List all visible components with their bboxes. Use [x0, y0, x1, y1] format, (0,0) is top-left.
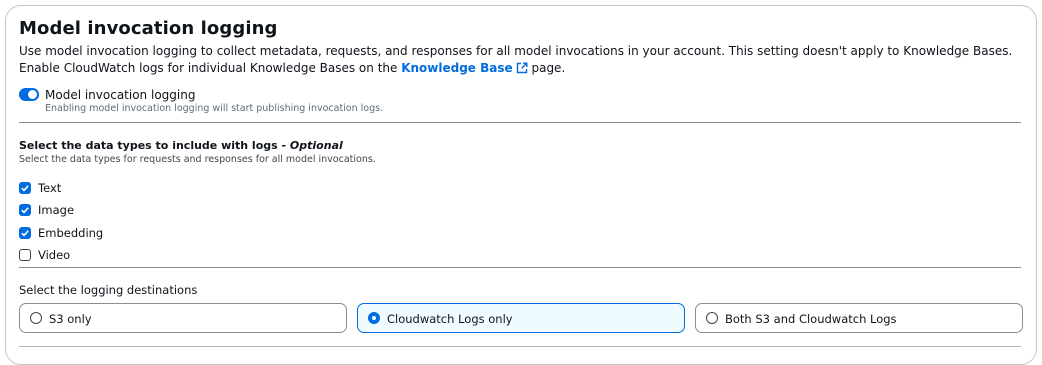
- toggle-label: Model invocation logging: [45, 88, 196, 102]
- radio-card-cloudwatch-only[interactable]: Cloudwatch Logs only: [357, 303, 685, 333]
- checkbox-label: Video: [38, 248, 71, 262]
- data-types-description: Select the data types for requests and r…: [19, 154, 376, 165]
- radio-label: S3 only: [49, 312, 92, 326]
- checkbox-checked[interactable]: [19, 227, 31, 239]
- checkbox-label: Image: [38, 203, 75, 217]
- checkmark-icon: [21, 185, 29, 192]
- description-text-2: page.: [527, 61, 566, 75]
- checkbox-checked[interactable]: [19, 182, 31, 194]
- radio-button-selected[interactable]: [368, 312, 380, 324]
- external-link-icon: [516, 62, 528, 79]
- checkmark-icon: [21, 230, 29, 237]
- radio-card-s3-only[interactable]: S3 only: [19, 303, 347, 333]
- optional-label: Optional: [289, 139, 343, 152]
- divider: [19, 122, 1021, 123]
- section-description: Use model invocation logging to collect …: [19, 43, 1029, 79]
- checkbox-label: Embedding: [38, 226, 104, 240]
- logging-toggle[interactable]: [19, 88, 39, 101]
- radio-label: Cloudwatch Logs only: [387, 312, 513, 326]
- radio-card-both[interactable]: Both S3 and Cloudwatch Logs: [695, 303, 1023, 333]
- data-types-title: Select the data types to include with lo…: [19, 139, 343, 152]
- checkmark-icon: [21, 207, 29, 214]
- model-invocation-logging-panel: Model invocation logging Use model invoc…: [5, 5, 1037, 365]
- checkbox-checked[interactable]: [19, 204, 31, 216]
- radio-button[interactable]: [30, 312, 42, 324]
- radio-label: Both S3 and Cloudwatch Logs: [725, 312, 897, 326]
- toggle-description: Enabling model invocation logging will s…: [45, 103, 384, 114]
- divider: [19, 267, 1021, 268]
- toggle-knob: [28, 90, 37, 99]
- destinations-label: Select the logging destinations: [19, 283, 198, 297]
- knowledge-base-link-label: Knowledge Base: [401, 61, 513, 75]
- radio-button[interactable]: [706, 312, 718, 324]
- data-types-title-text: Select the data types to include with lo…: [19, 139, 290, 152]
- checkbox-unchecked[interactable]: [19, 249, 31, 261]
- checkbox-label: Text: [38, 181, 62, 195]
- knowledge-base-link[interactable]: Knowledge Base: [401, 61, 528, 75]
- page-title: Model invocation logging: [19, 18, 278, 39]
- divider: [19, 346, 1021, 347]
